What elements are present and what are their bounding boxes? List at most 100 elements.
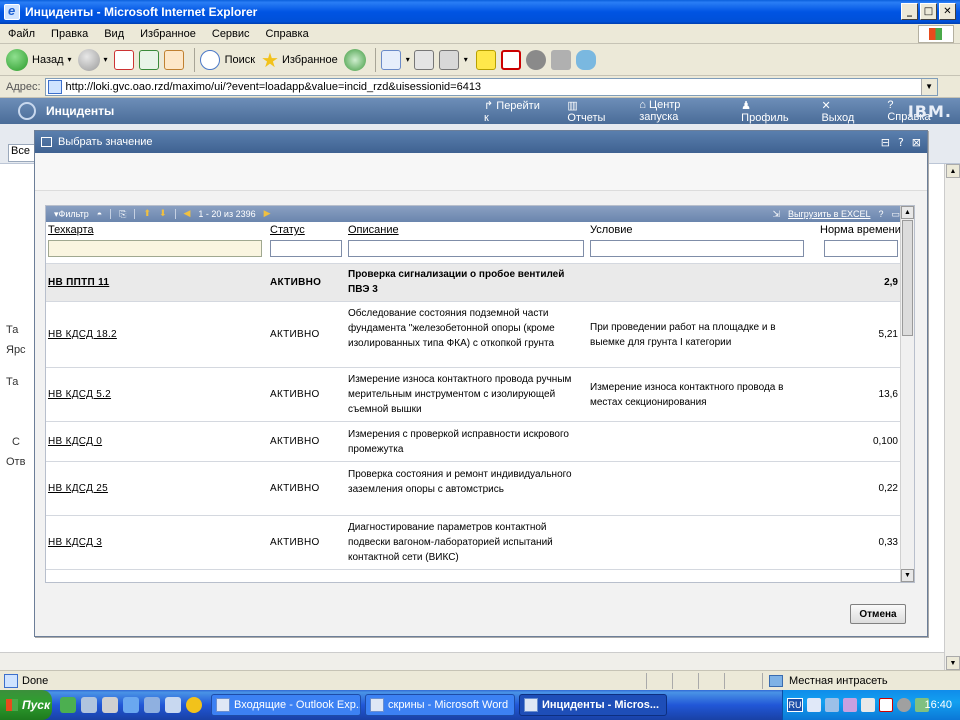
tray-icon[interactable] xyxy=(843,698,857,712)
media-icon[interactable] xyxy=(343,48,366,71)
clear-filter-icon[interactable]: ⎘ xyxy=(119,209,126,220)
row-code-link[interactable]: НВ КДСД 25 xyxy=(48,481,108,496)
desktop-icon[interactable] xyxy=(165,697,181,713)
row-code-link[interactable]: НВ КДСД 18.2 xyxy=(48,327,117,342)
table-row[interactable]: НВ КДСД 18.2 АКТИВНО Обследование состоя… xyxy=(46,301,904,367)
scroll-down-icon[interactable]: ▼ xyxy=(901,569,914,582)
prev-up-icon[interactable]: ⬇ xyxy=(159,209,167,219)
stop-icon[interactable] xyxy=(113,49,134,70)
search-button[interactable]: Поиск xyxy=(199,49,255,70)
media-player-icon[interactable] xyxy=(186,697,202,713)
favorites-button[interactable]: ★ Избранное xyxy=(261,48,338,72)
bg-select[interactable]: Все xyxy=(8,144,36,162)
minimize-button[interactable]: _ xyxy=(901,3,918,20)
dialog-help-icon[interactable]: ? xyxy=(898,136,904,149)
table-row[interactable] xyxy=(46,569,904,582)
back-button[interactable]: Назад ▾ xyxy=(6,48,72,71)
logout-link[interactable]: ✕ Выход xyxy=(821,99,875,124)
close-button[interactable]: ✕ xyxy=(939,3,956,20)
dialog-close-icon[interactable]: ⊠ xyxy=(912,136,921,149)
table-row[interactable]: НВ КДСД 5.2 АКТИВНО Измерение износа кон… xyxy=(46,367,904,421)
address-dropdown-icon[interactable]: ▼ xyxy=(920,78,937,95)
cancel-button[interactable]: Отмена xyxy=(850,604,906,624)
task-ie[interactable]: Инциденты - Micros... xyxy=(519,694,667,716)
row-code-link[interactable]: НВ КДСД 0 xyxy=(48,434,102,449)
ie-quicklaunch-icon[interactable] xyxy=(123,697,139,713)
col-header-code[interactable]: Техкарта xyxy=(48,224,94,236)
table-row[interactable]: НВ КДСД 25 АКТИВНО Проверка состояния и … xyxy=(46,461,904,515)
col-header-description[interactable]: Описание xyxy=(348,224,399,236)
drive-icon[interactable] xyxy=(81,697,97,713)
address-input[interactable]: http://loki.gvc.oao.rzd/maximo/ui/?event… xyxy=(44,77,938,96)
start-center-link[interactable]: ⌂ Центр запуска xyxy=(639,99,729,123)
tree-icon[interactable] xyxy=(60,697,76,713)
table-scrollbar[interactable]: ▲ ▼ xyxy=(900,206,914,582)
goto-link[interactable]: ↱ Перейти к xyxy=(484,99,555,124)
filter-description-input[interactable] xyxy=(348,240,584,257)
row-description: Диагностирование параметров контактной п… xyxy=(348,522,553,563)
maximize-button[interactable]: □ xyxy=(920,3,937,20)
task-word[interactable]: скрины - Microsoft Word xyxy=(365,694,515,716)
page-hscrollbar[interactable] xyxy=(0,652,944,670)
next-page-icon[interactable]: ▶ xyxy=(264,209,271,219)
research-icon[interactable] xyxy=(550,49,571,70)
page-scroll-down-icon[interactable]: ▼ xyxy=(946,656,960,670)
home-icon[interactable] xyxy=(163,49,184,70)
export-excel-link[interactable]: Выгрузить в EXCEL xyxy=(788,209,870,219)
scroll-thumb[interactable] xyxy=(902,220,913,336)
table-row[interactable]: НВ ППТП 11 АКТИВНО Проверка сигнализации… xyxy=(46,263,904,301)
forward-button[interactable]: ▾ xyxy=(77,48,108,71)
forward-dropdown-icon[interactable]: ▾ xyxy=(104,55,108,64)
page-scroll-up-icon[interactable]: ▲ xyxy=(946,164,960,178)
print-icon[interactable] xyxy=(413,49,434,70)
dialog-minimize-icon[interactable]: ⊟ xyxy=(881,136,890,149)
menu-help[interactable]: Справка xyxy=(258,28,317,40)
table-row[interactable]: НВ КДСД 3 АКТИВНО Диагностирование парам… xyxy=(46,515,904,569)
kaspersky-icon[interactable] xyxy=(500,49,521,70)
tray-icon[interactable] xyxy=(861,698,875,712)
row-code-link[interactable]: НВ ППТП 11 xyxy=(48,275,109,290)
row-description: Проверка состояния и ремонт индивидуальн… xyxy=(348,469,572,495)
filter-button[interactable]: ▾ Фильтр xyxy=(54,209,89,220)
menu-favorites[interactable]: Избранное xyxy=(132,28,204,40)
reports-link[interactable]: ▥ Отчеты xyxy=(567,99,627,124)
filter-norm-input[interactable] xyxy=(824,240,898,257)
task-outlook[interactable]: Входящие - Outlook Exp... xyxy=(211,694,361,716)
prev-page-icon[interactable]: ◀ xyxy=(184,209,191,219)
tray-icon[interactable] xyxy=(825,698,839,712)
lang-indicator[interactable]: RU xyxy=(787,698,803,712)
tray-icon[interactable] xyxy=(897,698,911,712)
table-minimize-icon[interactable]: ▭ xyxy=(891,209,900,220)
menu-view[interactable]: Вид xyxy=(96,28,132,40)
table-row[interactable]: НВ КДСД 0 АКТИВНО Измерения с проверкой … xyxy=(46,421,904,461)
mail-icon[interactable] xyxy=(380,49,401,70)
menu-edit[interactable]: Правка xyxy=(43,28,96,40)
kaspersky-tray-icon[interactable] xyxy=(879,698,893,712)
menu-tools[interactable]: Сервис xyxy=(204,28,258,40)
edit-dropdown-icon[interactable]: ▾ xyxy=(464,55,468,64)
filter-status-input[interactable] xyxy=(270,240,342,257)
start-button[interactable]: Пуск xyxy=(0,690,52,720)
mail-dropdown-icon[interactable]: ▾ xyxy=(406,55,410,64)
network-icon[interactable] xyxy=(102,697,118,713)
messenger-icon[interactable] xyxy=(525,49,546,70)
table-help-icon[interactable]: ? xyxy=(878,209,883,219)
page-scrollbar[interactable]: ▲ ▼ xyxy=(944,164,960,670)
row-code-link[interactable]: НВ КДСД 3 xyxy=(48,535,102,550)
back-dropdown-icon[interactable]: ▾ xyxy=(68,55,72,64)
note-icon[interactable] xyxy=(475,49,496,70)
filter-condition-input[interactable] xyxy=(590,240,804,257)
outlook-icon[interactable] xyxy=(144,697,160,713)
menu-file[interactable]: Файл xyxy=(0,28,43,40)
plugin-icon[interactable] xyxy=(575,49,596,70)
first-page-icon[interactable]: ⬆ xyxy=(143,209,151,219)
filter-code-input[interactable] xyxy=(48,240,262,257)
row-code-link[interactable]: НВ КДСД 5.2 xyxy=(48,387,111,402)
scroll-up-icon[interactable]: ▲ xyxy=(901,206,914,219)
binoculars-icon[interactable]: ◓ xyxy=(97,209,102,219)
profile-link[interactable]: ♟ Профиль xyxy=(741,99,809,124)
refresh-icon[interactable] xyxy=(138,49,159,70)
edit-icon[interactable] xyxy=(438,49,459,70)
tray-icon[interactable] xyxy=(807,698,821,712)
col-header-status[interactable]: Статус xyxy=(270,224,305,236)
